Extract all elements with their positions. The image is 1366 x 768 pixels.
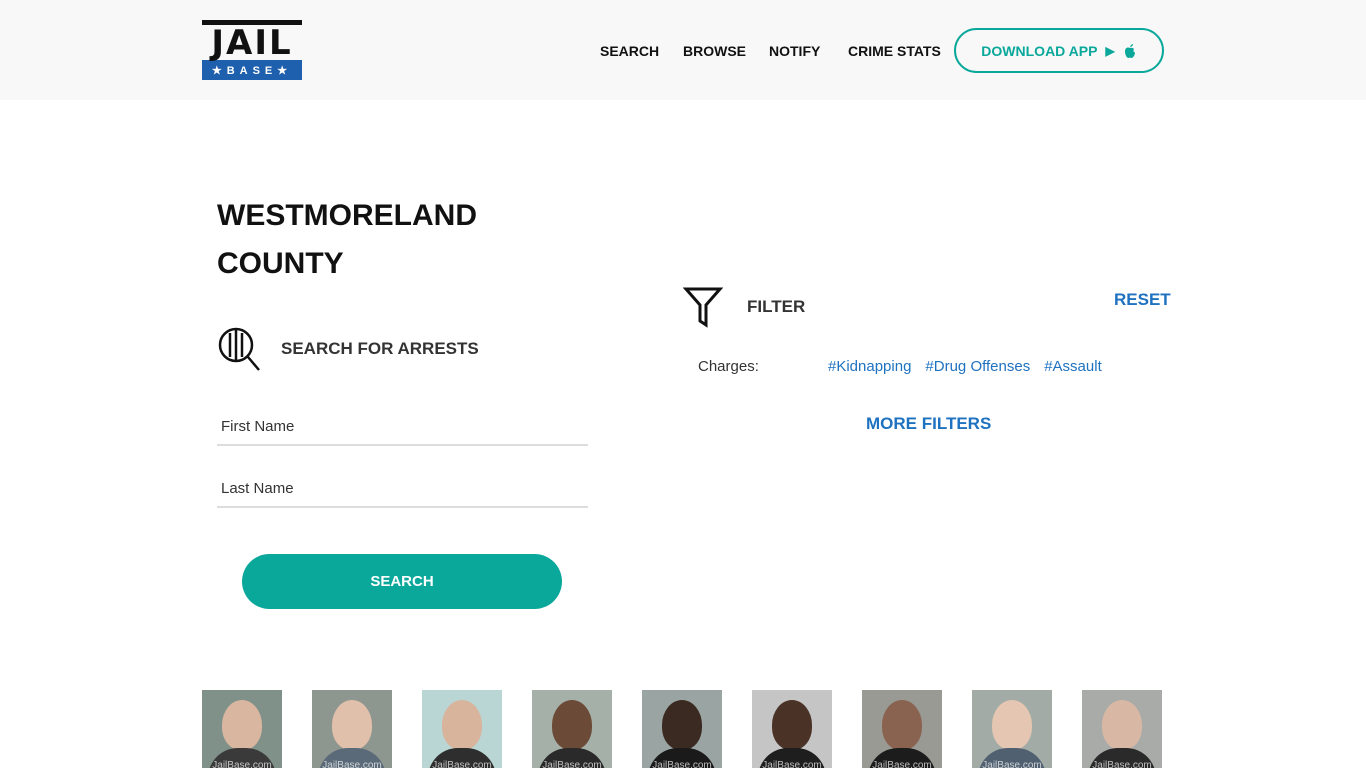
tag-assault[interactable]: #Assault [1044, 358, 1102, 375]
nav-crime-stats[interactable]: CRIME STATS [848, 43, 941, 59]
mugshot-face [552, 700, 592, 750]
funnel-icon [683, 287, 723, 328]
nav-search[interactable]: SEARCH [600, 43, 659, 59]
first-name-input[interactable] [217, 408, 588, 446]
charges-label: Charges: [698, 358, 759, 375]
mugshot-face [332, 700, 372, 750]
watermark-text: JailBase.com [542, 760, 602, 768]
page-title: WESTMORELAND COUNTY [217, 199, 477, 280]
download-app-label: DOWNLOAD APP [981, 42, 1098, 59]
site-header: JAIL ★BASE★ SEARCH BROWSE NOTIFY CRIME S… [0, 0, 1366, 100]
mugshot-thumbnail[interactable]: JailBase.com [1082, 690, 1162, 768]
filter-label: FILTER [747, 297, 806, 316]
watermark-text: JailBase.com [652, 760, 712, 768]
logo-text: JAIL [211, 22, 293, 63]
mugshot-thumbnail[interactable]: JailBase.com [862, 690, 942, 768]
mugshot-thumbnail[interactable]: JailBase.com [312, 690, 392, 768]
last-name-input[interactable] [217, 470, 588, 508]
nav-notify[interactable]: NOTIFY [769, 43, 820, 59]
watermark-text: JailBase.com [432, 760, 492, 768]
mugshot-thumbnail[interactable]: JailBase.com [532, 690, 612, 768]
watermark-text: JailBase.com [762, 760, 822, 768]
watermark-text: JailBase.com [982, 760, 1042, 768]
tag-kidnapping[interactable]: #Kidnapping [828, 358, 911, 375]
reset-link[interactable]: RESET [1114, 290, 1171, 310]
magnifier-bars-icon [218, 327, 260, 371]
nav-browse[interactable]: BROWSE [683, 43, 746, 59]
mugshot-thumbnail[interactable]: JailBase.com [972, 690, 1052, 768]
mugshot-face [772, 700, 812, 750]
watermark-text: JailBase.com [322, 760, 382, 768]
mugshot-strip: JailBase.com JailBase.com JailBase.com Jail… [202, 690, 1162, 768]
mugshot-face [992, 700, 1032, 750]
logo-subtext: ★BASE★ [211, 64, 293, 77]
search-section-heading: SEARCH FOR ARRESTS [217, 326, 479, 372]
mugshot-face [1102, 700, 1142, 750]
more-filters-link[interactable]: MORE FILTERS [866, 414, 991, 434]
watermark-text: JailBase.com [1092, 760, 1152, 768]
watermark-text: JailBase.com [872, 760, 932, 768]
mugshot-face [442, 700, 482, 750]
download-app-button[interactable]: DOWNLOAD APP ▶ [954, 28, 1164, 73]
watermark-text: JailBase.com [212, 760, 272, 768]
mugshot-thumbnail[interactable]: JailBase.com [642, 690, 722, 768]
search-button[interactable]: SEARCH [242, 554, 562, 609]
search-heading-label: SEARCH FOR ARRESTS [281, 339, 479, 358]
mugshot-face [222, 700, 262, 750]
mugshot-thumbnail[interactable]: JailBase.com [752, 690, 832, 768]
play-store-icon: ▶ [1105, 43, 1115, 58]
mugshot-face [882, 700, 922, 750]
tag-drug-offenses[interactable]: #Drug Offenses [925, 358, 1030, 375]
mugshot-thumbnail[interactable]: JailBase.com [422, 690, 502, 768]
mugshot-face [662, 700, 702, 750]
apple-icon [1124, 43, 1135, 58]
charge-tags: #Kidnapping #Drug Offenses #Assault [828, 358, 1102, 375]
filter-heading: FILTER [683, 285, 805, 329]
mugshot-thumbnail[interactable]: JailBase.com [202, 690, 282, 768]
jailbase-logo[interactable]: JAIL ★BASE★ [202, 20, 302, 80]
